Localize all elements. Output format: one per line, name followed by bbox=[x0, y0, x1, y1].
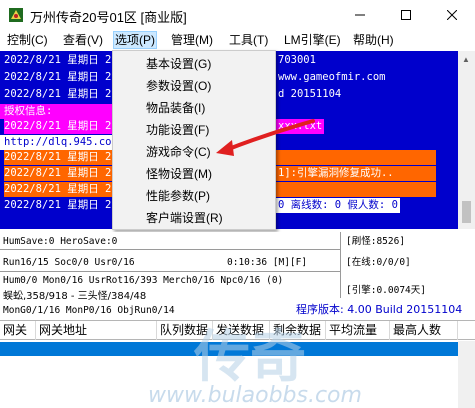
title-bar: 万州传奇20号01区 [商业版] bbox=[0, 0, 475, 30]
minimize-button[interactable] bbox=[337, 0, 383, 30]
column-max-users[interactable]: 最高人数 bbox=[390, 321, 458, 340]
maximize-button[interactable] bbox=[383, 0, 429, 30]
status-online: [在线:0/0/0] bbox=[346, 257, 411, 268]
menu-item-performance-params[interactable]: 性能参数(P) bbox=[146, 185, 210, 207]
column-sent-data[interactable]: 发送数据 bbox=[213, 321, 270, 340]
close-icon bbox=[447, 10, 457, 20]
minimize-icon bbox=[355, 14, 365, 16]
status-run: Run16/15 Soc0/0 Usr0/16 bbox=[3, 257, 135, 268]
menu-item-basic-settings[interactable]: 基本设置(G) bbox=[146, 53, 211, 75]
menu-options[interactable]: 选项(P) bbox=[113, 31, 157, 49]
status-hum: Hum0/0 Mon0/16 UsrRot16/393 Merch0/16 Np… bbox=[3, 275, 284, 286]
menu-view[interactable]: 查看(V) bbox=[62, 31, 104, 49]
column-remaining-data[interactable]: 剩余数据 bbox=[270, 321, 326, 340]
menu-lm-engine[interactable]: LM引擎(E) bbox=[283, 31, 342, 49]
column-queue-data[interactable]: 队列数据 bbox=[157, 321, 213, 340]
log-scrollbar[interactable]: ▲ bbox=[458, 51, 475, 229]
menu-bar: 控制(C) 查看(V) 选项(P) 管理(M) 工具(T) LM引擎(E) 帮助… bbox=[0, 30, 475, 50]
program-version: 程序版本: 4.00 Build 20151104 bbox=[296, 303, 463, 316]
column-average-traffic[interactable]: 平均流量 bbox=[326, 321, 390, 340]
status-uptime: 0:10:36 [M][F] bbox=[227, 257, 308, 268]
scroll-thumb[interactable] bbox=[462, 201, 471, 223]
maximize-icon bbox=[401, 10, 411, 20]
table-scrollbar[interactable] bbox=[458, 341, 475, 408]
scroll-up-icon[interactable]: ▲ bbox=[462, 55, 470, 64]
menu-tools[interactable]: 工具(T) bbox=[228, 31, 269, 49]
status-monsters: 蜈蚣,358/918 - 三头怪/384/48 bbox=[3, 291, 147, 302]
table-row[interactable] bbox=[0, 342, 458, 356]
status-panel: HumSave:0 HeroSave:0 [刷怪:8526] Run16/15 … bbox=[0, 232, 475, 318]
menu-control[interactable]: 控制(C) bbox=[6, 31, 49, 49]
status-engine: [引擎:0.0074天] bbox=[346, 285, 426, 296]
status-hum-save: HumSave:0 HeroSave:0 bbox=[3, 236, 118, 247]
menu-help[interactable]: 帮助(H) bbox=[352, 31, 395, 49]
log-line: http://dlq.945.com bbox=[0, 135, 118, 150]
menu-item-item-equipment[interactable]: 物品装备(I) bbox=[146, 97, 205, 119]
close-button[interactable] bbox=[429, 0, 475, 30]
menu-manage[interactable]: 管理(M) bbox=[170, 31, 214, 49]
gateway-table-header: 网关 网关地址 队列数据 发送数据 剩余数据 平均流量 最高人数 bbox=[0, 320, 475, 340]
status-divider bbox=[0, 271, 340, 272]
right-box-border bbox=[340, 232, 341, 298]
game-app-icon bbox=[9, 8, 23, 22]
status-mon-group: MonG0/1/16 MonP0/16 ObjRun0/14 bbox=[3, 305, 175, 316]
status-divider bbox=[0, 249, 340, 250]
column-gateway[interactable]: 网关 bbox=[0, 321, 36, 340]
status-refresh-monsters: [刷怪:8526] bbox=[346, 236, 406, 247]
log-line: 授权信息: bbox=[0, 104, 112, 119]
red-arrow-icon bbox=[216, 119, 315, 156]
menu-item-client-settings[interactable]: 客户端设置(R) bbox=[146, 207, 223, 229]
window-title: 万州传奇20号01区 [商业版] bbox=[30, 10, 187, 25]
menu-item-parameter-settings[interactable]: 参数设置(O) bbox=[146, 75, 211, 97]
menu-item-monster-settings[interactable]: 怪物设置(M) bbox=[146, 163, 212, 185]
menu-item-game-commands[interactable]: 游戏命令(C) bbox=[146, 141, 211, 163]
column-gateway-address[interactable]: 网关地址 bbox=[36, 321, 157, 340]
menu-item-function-settings[interactable]: 功能设置(F) bbox=[146, 119, 209, 141]
